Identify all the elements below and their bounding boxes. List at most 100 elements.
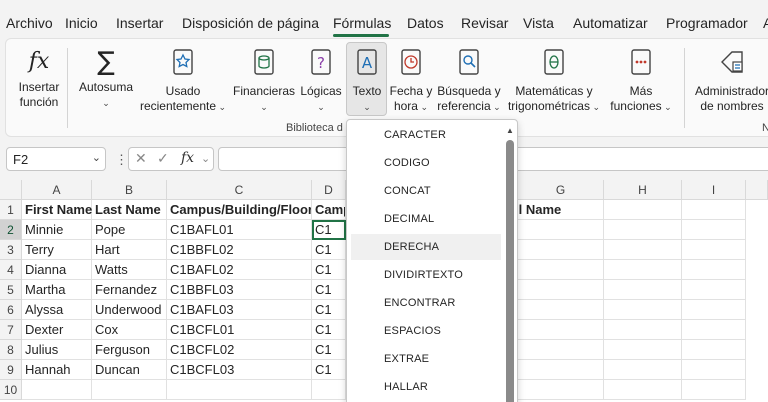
data-cell[interactable]: C1 <box>312 260 346 280</box>
data-cell[interactable]: Dexter <box>22 320 92 340</box>
more-options-icon[interactable]: ⋮ <box>115 152 128 168</box>
column-header-d[interactable]: D <box>312 180 346 200</box>
empty-cell[interactable] <box>604 360 682 380</box>
chevron-down-icon[interactable]: ⌄ <box>92 151 101 164</box>
header-cell[interactable]: First Name <box>22 200 92 220</box>
insertar-funcion-button[interactable]: fx Insertar función <box>17 48 61 110</box>
empty-cell[interactable] <box>682 320 746 340</box>
empty-cell[interactable] <box>512 260 604 280</box>
row-header-2[interactable]: 2 <box>0 220 22 240</box>
menu-item-extrae[interactable]: EXTRAE <box>351 346 501 372</box>
confirm-icon[interactable]: ✓ <box>157 150 169 167</box>
empty-cell[interactable] <box>512 300 604 320</box>
empty-cell[interactable] <box>512 240 604 260</box>
column-header-c[interactable]: C <box>167 180 312 200</box>
empty-cell[interactable] <box>604 200 682 220</box>
menu-item-caracter[interactable]: CARACTER <box>351 122 501 148</box>
usado-recientemente-button[interactable]: Usado recientemente ⌄ <box>138 48 228 115</box>
tab-insertar[interactable]: Insertar <box>116 15 163 31</box>
tab-cut[interactable]: A <box>763 15 768 31</box>
empty-cell[interactable] <box>512 360 604 380</box>
data-cell[interactable]: Minnie <box>22 220 92 240</box>
empty-cell[interactable] <box>512 380 604 400</box>
data-cell[interactable]: Watts <box>92 260 167 280</box>
empty-cell[interactable] <box>604 340 682 360</box>
empty-cell[interactable] <box>512 340 604 360</box>
empty-cell[interactable] <box>682 360 746 380</box>
menu-item-hallar[interactable]: HALLAR <box>351 374 501 400</box>
data-cell[interactable]: C1BCFL03 <box>167 360 312 380</box>
cancel-icon[interactable]: ✕ <box>135 150 147 167</box>
data-cell[interactable]: Ferguson <box>92 340 167 360</box>
empty-cell[interactable] <box>512 220 604 240</box>
fecha-hora-button[interactable]: Fecha y hora ⌄ <box>389 48 433 115</box>
data-cell[interactable]: C1BCFL02 <box>167 340 312 360</box>
header-cell[interactable]: Campus/Building/Floor <box>167 200 312 220</box>
empty-cell[interactable] <box>604 320 682 340</box>
row-header-7[interactable]: 7 <box>0 320 22 340</box>
tab-formulas[interactable]: Fórmulas <box>333 15 391 31</box>
autosuma-button[interactable]: ∑ Autosuma ⌄ <box>77 48 135 111</box>
empty-cell[interactable] <box>682 260 746 280</box>
empty-cell[interactable] <box>604 260 682 280</box>
data-cell[interactable]: C1 <box>312 280 346 300</box>
texto-button[interactable]: A Texto ⌄ <box>347 48 387 115</box>
row-header-4[interactable]: 4 <box>0 260 22 280</box>
data-cell[interactable]: Terry <box>22 240 92 260</box>
menu-item-decimal[interactable]: DECIMAL <box>351 206 501 232</box>
mas-funciones-button[interactable]: Más funciones ⌄ <box>608 48 674 115</box>
row-header-8[interactable]: 8 <box>0 340 22 360</box>
data-cell[interactable]: Alyssa <box>22 300 92 320</box>
empty-cell[interactable] <box>22 380 92 400</box>
data-cell[interactable]: C1 <box>312 360 346 380</box>
empty-cell[interactable] <box>682 240 746 260</box>
data-cell[interactable]: Cox <box>92 320 167 340</box>
data-cell[interactable]: Julius <box>22 340 92 360</box>
menu-item-dividirtexto[interactable]: DIVIDIRTEXTO <box>351 262 501 288</box>
empty-cell[interactable] <box>682 300 746 320</box>
column-header-b[interactable]: B <box>92 180 167 200</box>
busqueda-referencia-button[interactable]: Búsqueda y referencia ⌄ <box>436 48 502 115</box>
select-all-corner[interactable] <box>0 180 22 200</box>
data-cell[interactable]: C1BBFL02 <box>167 240 312 260</box>
empty-cell[interactable] <box>682 200 746 220</box>
menu-item-espacios[interactable]: ESPACIOS <box>351 318 501 344</box>
data-cell[interactable]: C1BBFL03 <box>167 280 312 300</box>
empty-cell[interactable] <box>682 220 746 240</box>
data-cell[interactable]: C1 <box>312 320 346 340</box>
scrollbar-thumb[interactable] <box>506 140 514 402</box>
data-cell[interactable]: C1BAFL01 <box>167 220 312 240</box>
row-header-6[interactable]: 6 <box>0 300 22 320</box>
menu-item-concat[interactable]: CONCAT <box>351 178 501 204</box>
tab-vista[interactable]: Vista <box>523 15 554 31</box>
tab-revisar[interactable]: Revisar <box>461 15 508 31</box>
data-cell[interactable]: C1 <box>312 340 346 360</box>
data-cell[interactable]: C1 <box>312 240 346 260</box>
data-cell[interactable]: Hannah <box>22 360 92 380</box>
empty-cell[interactable] <box>604 280 682 300</box>
empty-cell[interactable] <box>92 380 167 400</box>
data-cell[interactable]: C1BAFL03 <box>167 300 312 320</box>
tab-automatizar[interactable]: Automatizar <box>573 15 648 31</box>
scroll-up-icon[interactable]: ▲ <box>506 126 514 135</box>
empty-cell[interactable] <box>512 280 604 300</box>
empty-cell[interactable] <box>604 220 682 240</box>
row-header-9[interactable]: 9 <box>0 360 22 380</box>
column-header-i[interactable]: I <box>682 180 746 200</box>
header-cell[interactable]: Last Name <box>92 200 167 220</box>
financieras-button[interactable]: Financieras ⌄ <box>233 48 295 115</box>
chevron-down-icon[interactable]: ⌄ <box>201 152 210 165</box>
tab-programador[interactable]: Programador <box>666 15 748 31</box>
data-cell[interactable]: Pope <box>92 220 167 240</box>
data-cell[interactable]: Martha <box>22 280 92 300</box>
data-cell[interactable]: Duncan <box>92 360 167 380</box>
column-header-g[interactable]: G <box>518 180 604 200</box>
data-cell[interactable]: Dianna <box>22 260 92 280</box>
column-header-j[interactable] <box>746 180 768 200</box>
data-cell[interactable]: C1BCFL01 <box>167 320 312 340</box>
fx-icon[interactable]: fx <box>181 150 194 166</box>
row-header-5[interactable]: 5 <box>0 280 22 300</box>
row-header-3[interactable]: 3 <box>0 240 22 260</box>
menu-item-encontrar[interactable]: ENCONTRAR <box>351 290 501 316</box>
header-cell[interactable]: Camp <box>312 200 346 220</box>
